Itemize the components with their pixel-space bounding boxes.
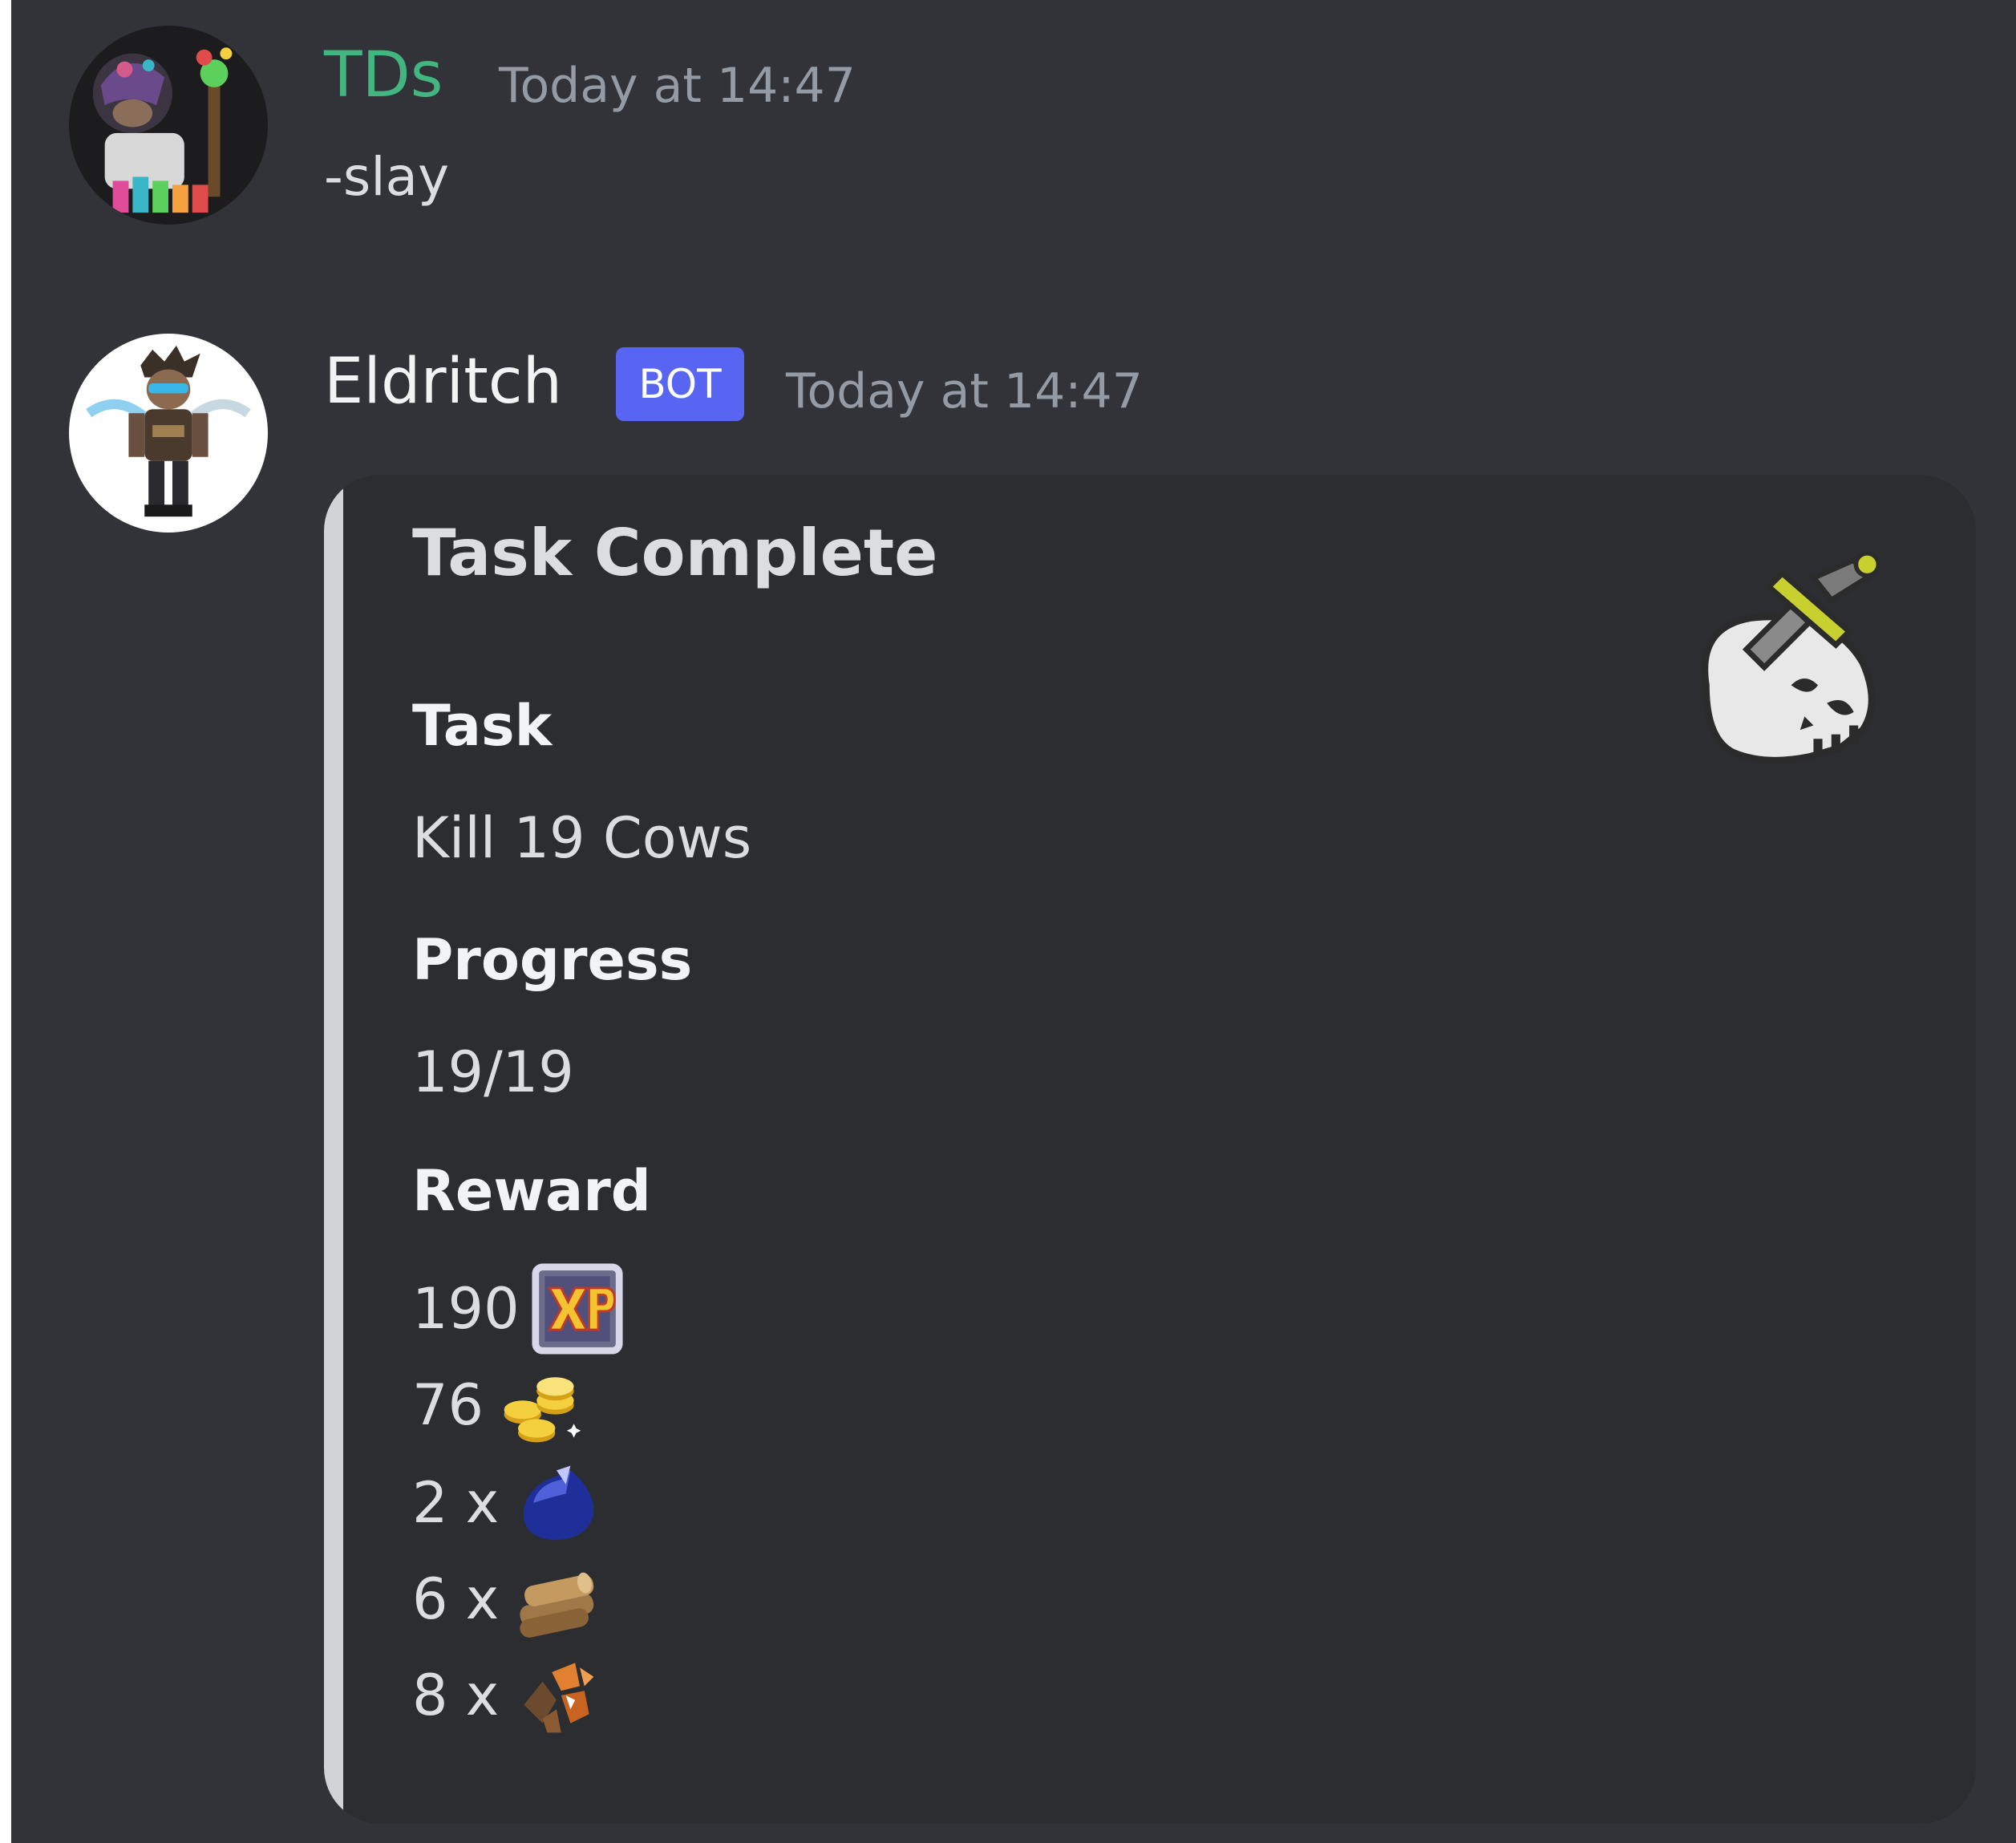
reward-amount: 2 x xyxy=(412,1470,500,1536)
bot-badge: BOT xyxy=(616,347,744,421)
reward-amount: 76 xyxy=(412,1372,484,1438)
reward-amount: 6 x xyxy=(412,1566,500,1632)
logs-icon[interactable] xyxy=(510,1553,603,1646)
xp-icon[interactable] xyxy=(531,1262,624,1355)
copper-ore-icon[interactable] xyxy=(510,1649,603,1742)
sapphire-icon[interactable] xyxy=(510,1456,603,1549)
monkey-avatar xyxy=(69,26,268,225)
reward-amount: 190 xyxy=(412,1276,520,1342)
embed-title: Task Complete xyxy=(412,516,938,590)
skull-dagger-icon xyxy=(1701,551,1881,764)
bot-username[interactable]: Eldritch xyxy=(324,350,562,413)
field-name-progress: Progress xyxy=(412,927,693,993)
reward-item: 2 x xyxy=(412,1455,603,1551)
chat-area: TDs Today at 14:47 -slay Eldritch BOT To… xyxy=(11,0,2016,1843)
field-value-progress: 19/19 xyxy=(412,1039,574,1105)
field-value-task: Kill 19 Cows xyxy=(412,805,752,871)
coins-icon[interactable] xyxy=(495,1359,588,1452)
bot-avatar[interactable] xyxy=(69,334,268,533)
reward-item: 8 x xyxy=(412,1647,603,1744)
reward-amount: 8 x xyxy=(412,1663,500,1728)
username[interactable]: TDs xyxy=(324,44,443,107)
eldritch-avatar xyxy=(69,334,268,533)
field-name-reward: Reward xyxy=(412,1158,651,1224)
embed-accent-bar xyxy=(324,475,343,1824)
field-name-task: Task xyxy=(412,693,553,759)
message-content: -slay xyxy=(324,146,450,208)
timestamp: Today at 14:47 xyxy=(499,58,856,114)
reward-item: 76 xyxy=(412,1357,588,1453)
reward-item: 190 xyxy=(412,1261,624,1357)
embed-card: Task Complete Task Kill 19 Cows Progress… xyxy=(324,475,1976,1824)
timestamp: Today at 14:47 xyxy=(786,363,1143,419)
reward-item: 6 x xyxy=(412,1551,603,1647)
user-avatar[interactable] xyxy=(69,26,268,225)
